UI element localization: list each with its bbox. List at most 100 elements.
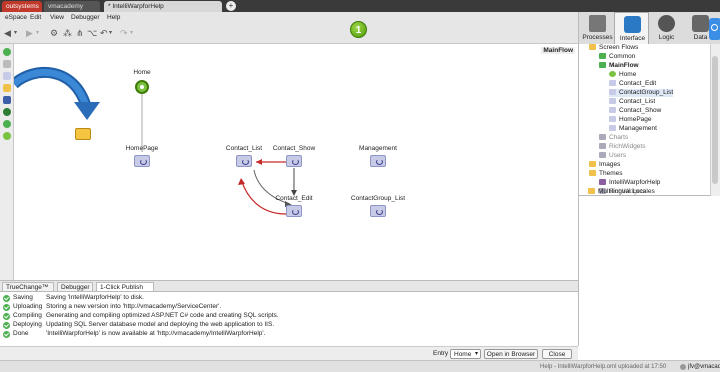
tree-item-label: RichWidgets <box>609 143 646 150</box>
globe-icon[interactable] <box>3 96 11 104</box>
data-icon <box>692 15 709 32</box>
menu-help[interactable]: Help <box>107 13 120 22</box>
end-icon[interactable] <box>3 132 11 140</box>
tree-item-label: HomePage <box>619 116 652 123</box>
node-label-home: Home <box>133 69 151 76</box>
widget-icon[interactable] <box>3 60 11 68</box>
check-icon <box>3 313 10 320</box>
tab-label: * IntelliWarpforHelp <box>108 3 164 10</box>
search-panel-button[interactable] <box>709 18 720 40</box>
tree-item-users[interactable]: Users <box>599 152 626 160</box>
tree-scrollbar-thumb[interactable] <box>712 56 718 184</box>
tab-interface[interactable]: Interface <box>614 12 649 45</box>
tree-item-label: Themes <box>599 170 623 177</box>
tree-item-label: MainFlow <box>609 62 639 69</box>
back-dropdown-icon[interactable]: ▾ <box>14 28 17 38</box>
tree-item-screen-flows[interactable]: Screen Flows <box>589 44 638 52</box>
check-icon <box>3 331 10 338</box>
close-button[interactable]: Close <box>542 349 572 359</box>
entry-label: Entry <box>433 350 449 357</box>
tab-intelliwarpforhelp[interactable]: * IntelliWarpforHelp <box>104 1 222 12</box>
back-icon[interactable]: ◀ <box>4 28 11 38</box>
screen-node-contact-list[interactable] <box>236 155 252 167</box>
screen-node-contactgroup-list[interactable] <box>370 205 386 217</box>
new-tab-icon[interactable]: + <box>226 1 236 11</box>
tab-outsystems[interactable]: outsystems <box>2 1 42 12</box>
user-icon <box>680 364 686 370</box>
screen-node-management[interactable] <box>370 155 386 167</box>
tab-processes[interactable]: Processes <box>580 12 615 45</box>
exception-icon[interactable] <box>3 120 11 128</box>
tree-item-label: Multilingual Locales <box>598 188 655 195</box>
node-label-management: Management <box>359 145 397 152</box>
menu-espace[interactable]: eSpace <box>5 13 27 22</box>
tree-item-multilingual-locales[interactable]: Multilingual Locales <box>588 188 655 196</box>
screen-icon <box>609 80 616 86</box>
entry-select[interactable]: Home ▾ <box>450 349 481 359</box>
tree-item-common[interactable]: Common <box>599 53 635 61</box>
interface-icon <box>624 16 641 33</box>
chevron-down-icon: ▾ <box>474 351 478 357</box>
tree-item-contactgroup-list[interactable]: ContactGroup_List <box>609 89 674 97</box>
menu-view[interactable]: View <box>50 13 64 22</box>
tree-item-homepage[interactable]: HomePage <box>609 116 652 124</box>
log-message: 'IntelliWarpforHelp' is now available at… <box>46 330 266 337</box>
tree-item-label: IntelliWarpforHelp <box>609 179 661 186</box>
start-node-home[interactable] <box>135 80 149 94</box>
start-icon[interactable] <box>3 48 11 56</box>
compare-icon[interactable]: ⌥ <box>87 28 97 38</box>
tree-item-label: ContactGroup_List <box>619 89 674 96</box>
tree-icon[interactable]: ⋔ <box>76 28 84 38</box>
tree-item-management[interactable]: Management <box>609 125 657 133</box>
module-icon <box>599 143 606 149</box>
check-icon <box>3 295 10 302</box>
tree-item-contact-show[interactable]: Contact_Show <box>609 107 661 115</box>
status-user: jfv@vmacademy <box>688 364 720 370</box>
forward-dropdown-icon[interactable]: ▾ <box>36 28 39 38</box>
module-icon <box>599 134 606 140</box>
toolbar: ◀ ▾ ▶ ▾ ⚙ ⁂ ⋔ ⌥ ↶ ▾ ↷ ▾ <box>0 22 578 44</box>
properties-panel <box>578 196 720 346</box>
redo-icon[interactable]: ↷ <box>120 28 128 38</box>
folder-icon[interactable] <box>3 84 11 92</box>
log-message: Updating SQL Server database model and d… <box>46 321 275 328</box>
redo-dropdown-icon[interactable]: ▾ <box>130 28 133 38</box>
tree-item-label: Home <box>619 71 637 78</box>
tree-item-mainflow[interactable]: MainFlow <box>599 62 639 70</box>
undo-icon[interactable]: ↶ <box>100 28 108 38</box>
folder-icon <box>589 170 596 176</box>
tree-item-home[interactable]: Home <box>609 71 636 79</box>
flow-canvas[interactable]: MainFlow Home HomePage Contact_List Cont… <box>14 44 578 280</box>
tab-logic[interactable]: Logic <box>649 12 684 45</box>
log-message: Saving 'IntelliWarpforHelp' to disk. <box>46 294 144 301</box>
tree-item-images[interactable]: Images <box>589 161 620 169</box>
destination-icon[interactable] <box>3 108 11 116</box>
tab-label: Debugger <box>61 284 90 291</box>
structure-icon[interactable]: ⁂ <box>63 28 72 38</box>
one-click-publish-badge[interactable]: 1 <box>350 21 367 38</box>
screen-node-contact-show[interactable] <box>286 155 302 167</box>
settings-icon[interactable]: ⚙ <box>50 28 58 38</box>
undo-dropdown-icon[interactable]: ▾ <box>109 28 112 38</box>
screen-node-contact-edit[interactable] <box>286 205 302 217</box>
tree-item-richwidgets[interactable]: RichWidgets <box>599 143 645 151</box>
tab-label: Processes <box>582 34 613 41</box>
window-title-bar: outsystems vmacademy * IntelliWarpforHel… <box>0 0 720 12</box>
menu-debugger[interactable]: Debugger <box>71 13 100 22</box>
tree-item-label: Screen Flows <box>599 44 639 51</box>
screen-icon[interactable] <box>3 72 11 80</box>
flow-icon <box>599 62 606 68</box>
log-status: Saving <box>13 294 33 301</box>
screen-icon <box>609 107 616 113</box>
screen-node-homepage[interactable] <box>134 155 150 167</box>
tree-item-charts[interactable]: Charts <box>599 134 628 142</box>
tree-item-contact-edit[interactable]: Contact_Edit <box>609 80 656 88</box>
tree-item-themes[interactable]: Themes <box>589 170 622 178</box>
tree-item-contact-list[interactable]: Contact_List <box>609 98 655 106</box>
tab-vmacademy[interactable]: vmacademy <box>44 1 100 12</box>
open-in-browser-button[interactable]: Open in Browser <box>484 349 538 359</box>
menu-edit[interactable]: Edit <box>30 13 41 22</box>
forward-icon[interactable]: ▶ <box>26 28 33 38</box>
tree-item-theme-intelliwarpforhelp[interactable]: IntelliWarpforHelp <box>599 179 660 187</box>
status-text: Help - IntelliWarpforHelp.oml uploaded a… <box>540 364 667 370</box>
